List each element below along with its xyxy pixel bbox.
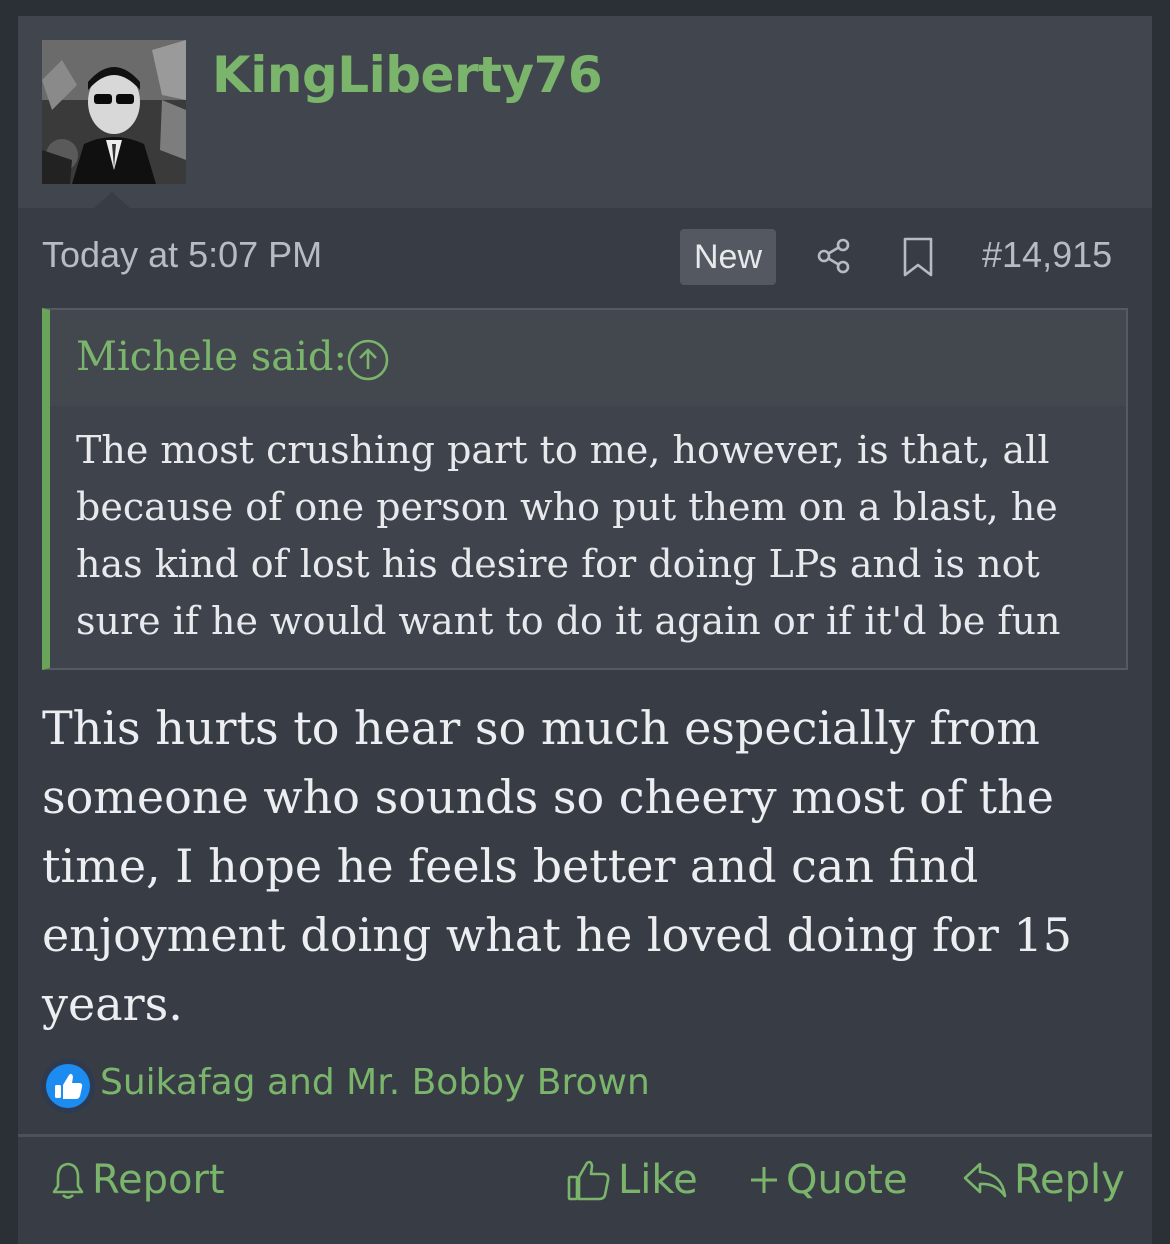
bookmark-icon[interactable]	[900, 236, 936, 282]
bell-icon	[50, 1160, 86, 1200]
reply-button[interactable]: Reply	[962, 1152, 1125, 1208]
post-header: KingLiberty76	[18, 16, 1152, 208]
reply-arrow-icon	[962, 1160, 1008, 1200]
quote-label: Quote	[786, 1157, 908, 1203]
quote-author[interactable]: Michele said:	[76, 334, 347, 380]
quote-text: The most crushing part to me, however, i…	[76, 428, 1061, 643]
new-badge: New	[680, 229, 776, 285]
like-button[interactable]: Like	[566, 1152, 698, 1208]
quote-header[interactable]: Michele said:	[50, 310, 1126, 406]
reaction-names[interactable]: Suikafag and Mr. Bobby Brown	[100, 1062, 650, 1103]
quote-block: Michele said: The most crushing part to …	[42, 308, 1128, 670]
post-card: KingLiberty76 Today at 5:07 PM New #14,9…	[18, 16, 1152, 1244]
avatar-pointer	[94, 192, 130, 208]
quote-button[interactable]: Quote	[748, 1152, 908, 1208]
reply-label: Reply	[1014, 1157, 1125, 1203]
post-number-link[interactable]: #14,915	[982, 234, 1112, 276]
post-timestamp[interactable]: Today at 5:07 PM	[42, 234, 322, 276]
avatar[interactable]	[42, 40, 186, 184]
thumbs-up-icon	[40, 1058, 96, 1118]
share-icon[interactable]	[814, 236, 854, 280]
plus-icon	[748, 1164, 780, 1196]
arrow-up-circle-icon[interactable]	[346, 338, 390, 386]
thumbs-up-outline-icon	[566, 1157, 612, 1203]
avatar-image	[42, 40, 186, 184]
footer-divider	[18, 1134, 1152, 1137]
report-button[interactable]: Report	[50, 1152, 225, 1208]
like-label: Like	[618, 1157, 698, 1203]
post-body: This hurts to hear so much especially fr…	[42, 701, 1073, 1031]
username[interactable]: KingLiberty76	[212, 46, 603, 104]
report-label: Report	[92, 1157, 225, 1203]
